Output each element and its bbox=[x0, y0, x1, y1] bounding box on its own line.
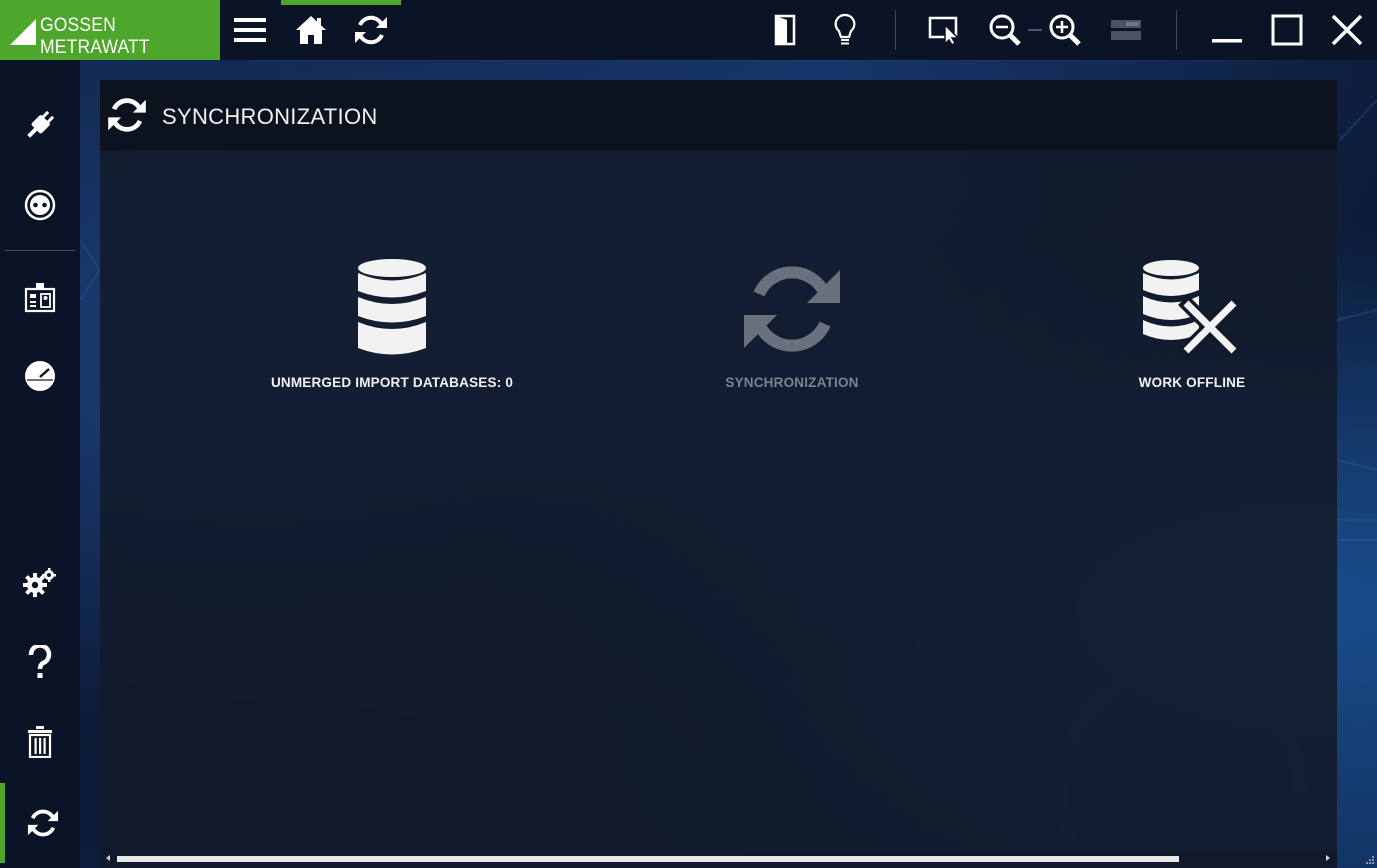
horizontal-scrollbar[interactable] bbox=[100, 850, 1337, 868]
minimize-icon bbox=[1212, 39, 1242, 43]
sync-icon bbox=[355, 15, 387, 45]
sidebar-item-structure[interactable] bbox=[0, 257, 80, 337]
select-mode-button[interactable] bbox=[915, 0, 975, 60]
sync-tab-button[interactable] bbox=[341, 0, 401, 60]
trash-icon bbox=[28, 726, 52, 758]
sidebar-item-socket[interactable] bbox=[0, 165, 80, 245]
maximize-icon bbox=[1271, 14, 1303, 46]
layout-button[interactable] bbox=[1096, 0, 1156, 60]
sync-icon bbox=[744, 266, 840, 352]
help-icon bbox=[28, 645, 52, 678]
close-icon bbox=[1331, 14, 1363, 46]
scroll-right-arrow-icon[interactable] bbox=[1326, 855, 1330, 861]
window-controls-divider bbox=[1176, 10, 1177, 50]
sidebar-item-sync[interactable] bbox=[0, 783, 80, 863]
sidebar-item-help[interactable] bbox=[0, 622, 80, 702]
sidebar-item-trash[interactable] bbox=[0, 702, 80, 782]
menu-icon bbox=[234, 18, 266, 42]
gossen-logo-icon bbox=[10, 18, 37, 46]
scroll-left-arrow-icon[interactable] bbox=[106, 855, 110, 861]
hint-button[interactable] bbox=[815, 0, 875, 60]
home-button[interactable] bbox=[281, 0, 341, 60]
org-chart-icon bbox=[24, 283, 56, 313]
resize-grip-icon[interactable] bbox=[1363, 855, 1375, 867]
sync-icon bbox=[108, 98, 146, 132]
layout-icon bbox=[1111, 20, 1141, 40]
scrollbar-thumb[interactable] bbox=[117, 856, 1179, 862]
zoom-in-icon bbox=[1049, 14, 1081, 46]
close-button[interactable] bbox=[1317, 0, 1377, 60]
plug-icon bbox=[27, 110, 55, 138]
toolbar-divider bbox=[895, 10, 896, 50]
page-title: SYNCHRONIZATION bbox=[162, 104, 378, 129]
home-icon bbox=[296, 16, 326, 44]
brand-name: GOSSEN METRAWATT bbox=[40, 15, 150, 58]
unmerged-databases-tile[interactable]: UNMERGED IMPORT DATABASES: 0 bbox=[270, 258, 514, 390]
gauge-icon bbox=[25, 361, 55, 391]
cursor-select-icon bbox=[928, 16, 960, 45]
title-bar: GOSSEN METRAWATT bbox=[0, 0, 1377, 60]
minimize-button[interactable] bbox=[1197, 0, 1257, 60]
sidebar-item-connection[interactable] bbox=[0, 85, 80, 165]
zoom-out-icon bbox=[989, 14, 1021, 46]
sidebar-divider bbox=[5, 250, 75, 251]
sidebar-item-settings[interactable] bbox=[0, 542, 80, 622]
database-icon bbox=[358, 259, 426, 355]
socket-icon bbox=[24, 189, 56, 221]
lightbulb-icon bbox=[834, 13, 856, 45]
tile-label: UNMERGED IMPORT DATABASES: 0 bbox=[270, 375, 514, 390]
database-offline-icon bbox=[1143, 260, 1242, 359]
tile-label: SYNCHRONIZATION bbox=[725, 375, 859, 390]
zoom-in-button[interactable] bbox=[1035, 0, 1095, 60]
door-exit-icon bbox=[774, 14, 796, 46]
exit-button[interactable] bbox=[755, 0, 815, 60]
main-panel: SYNCHRONIZATION UNMERGED IMPORT DATABASE… bbox=[100, 80, 1337, 850]
panel-header: SYNCHRONIZATION bbox=[100, 80, 1337, 150]
menu-button[interactable] bbox=[220, 0, 280, 60]
maximize-button[interactable] bbox=[1257, 0, 1317, 60]
synchronization-tile[interactable]: SYNCHRONIZATION bbox=[682, 258, 902, 390]
tile-label: WORK OFFLINE bbox=[1138, 375, 1246, 390]
logo: GOSSEN METRAWATT bbox=[0, 0, 220, 60]
work-offline-tile[interactable]: WORK OFFLINE bbox=[1100, 258, 1284, 390]
zoom-out-button[interactable] bbox=[975, 0, 1035, 60]
sidebar-item-measurement[interactable] bbox=[0, 336, 80, 416]
sync-icon bbox=[27, 809, 58, 837]
sidebar bbox=[0, 60, 80, 868]
settings-gears-icon bbox=[23, 568, 56, 597]
